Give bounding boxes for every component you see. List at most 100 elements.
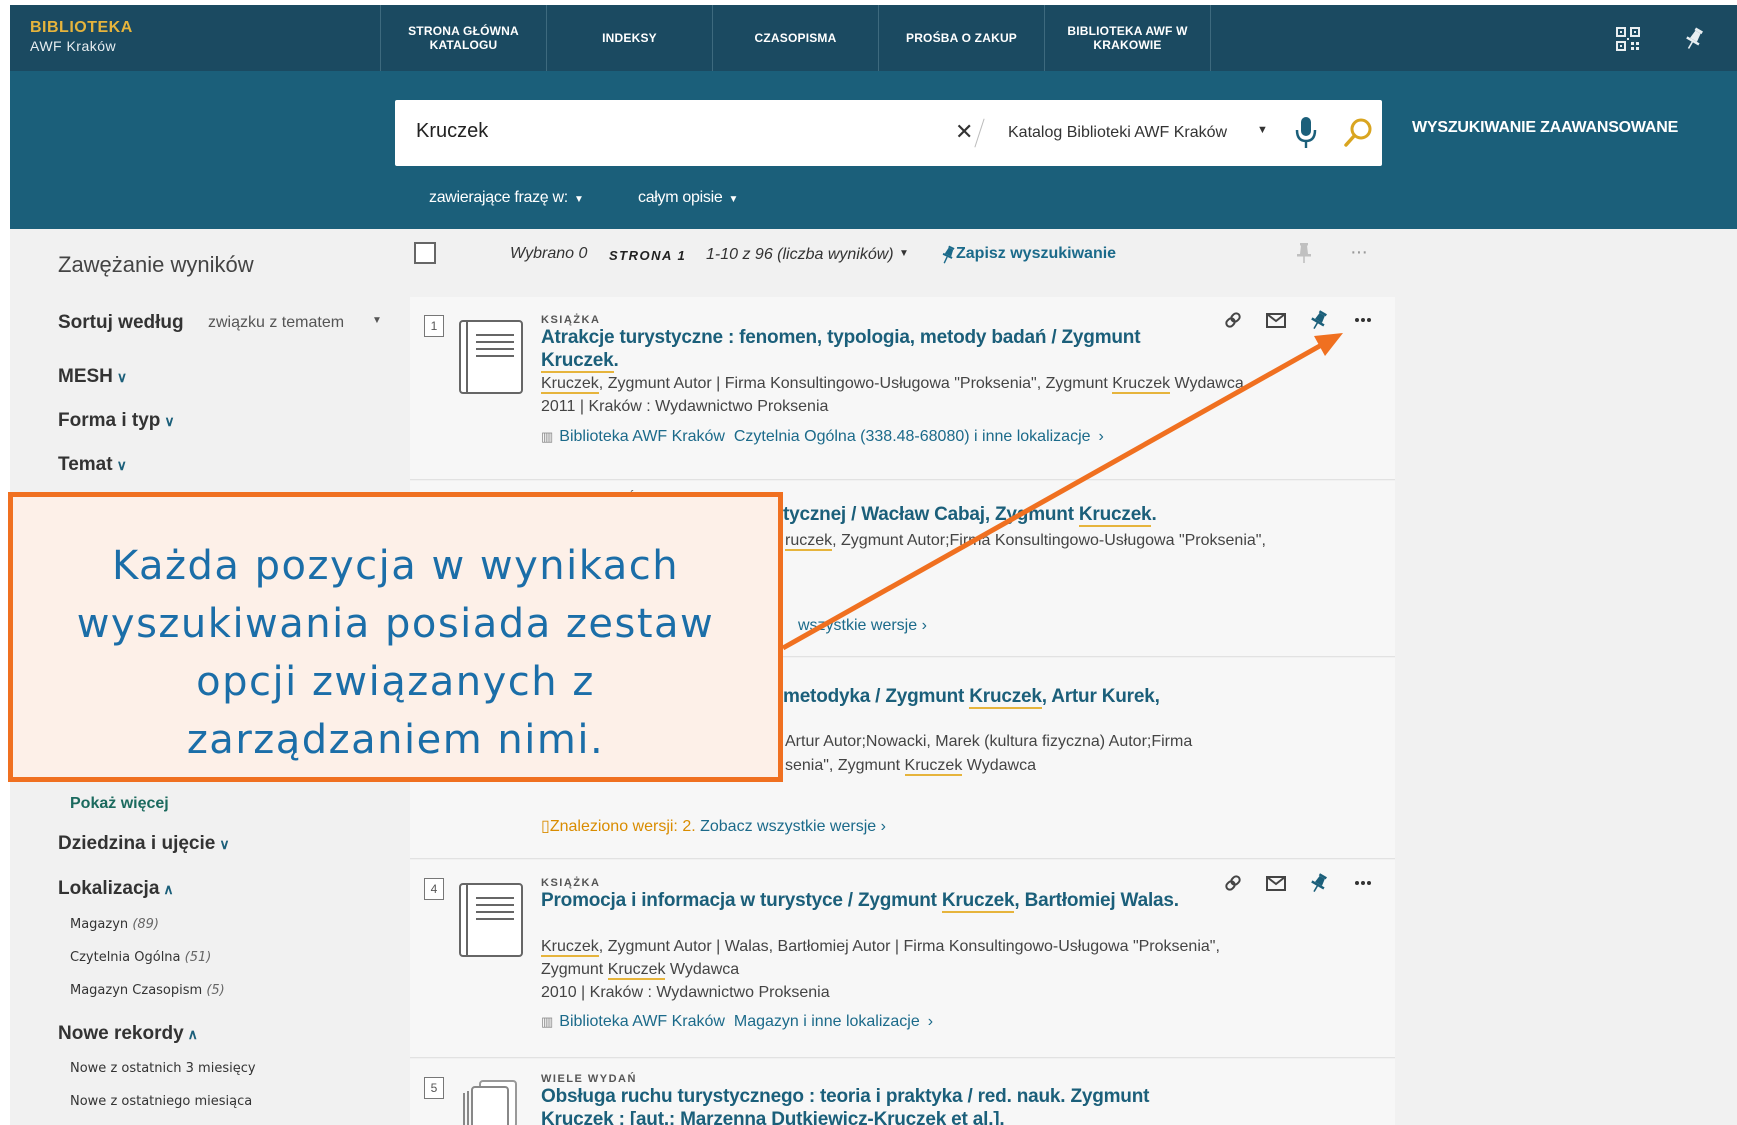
nav-catalog-home[interactable]: STRONA GŁÓWNA KATALOGU [381, 5, 546, 71]
more-options-icon[interactable]: ··· [1350, 241, 1368, 264]
callout-text: Każda pozycja w wynikach wyszukiwania po… [13, 537, 778, 769]
nav-library-info[interactable]: BIBLIOTEKA AWF W KRAKOWIE [1045, 5, 1210, 71]
facet-item-location[interactable]: Czytelnia Ogólna (51) [70, 950, 211, 965]
facet-item-new[interactable]: Nowe z ostatnich 3 miesięcy [70, 1061, 256, 1076]
result-title[interactable]: Promocja i informacja w turystyce / Zygm… [541, 889, 1181, 913]
nav-label: KRAKOWIE [1093, 38, 1162, 52]
microphone-icon[interactable] [1293, 116, 1319, 150]
versions-row[interactable]: ▯Znaleziono wersji: 2. Zobacz wszystkie … [541, 816, 886, 836]
library-logo[interactable]: BIBLIOTEKA AWF Kraków [30, 19, 133, 54]
facet-item-count: (5) [206, 983, 225, 998]
facet-location[interactable]: Lokalizacja ∧ [58, 878, 174, 900]
top-navigation-bar: BIBLIOTEKA AWF Kraków STRONA GŁÓWNA KATAL… [10, 5, 1737, 71]
pin-icon[interactable] [1295, 242, 1313, 264]
logo-title: BIBLIOTEKA [30, 19, 133, 36]
search-input[interactable]: Kruczek [416, 120, 488, 143]
callout-line: opcji związanych z [196, 659, 595, 705]
meta-text: , Zygmunt Autor | Walas, Bartłomiej Auto… [598, 938, 1220, 955]
all-versions-link[interactable]: wszystkie wersje › [798, 617, 927, 635]
result-number[interactable]: 1 [424, 315, 444, 337]
more-options-icon[interactable] [1352, 309, 1374, 331]
link-icon[interactable] [1222, 872, 1244, 894]
facet-label: Temat [58, 454, 113, 475]
more-options-icon[interactable] [1352, 872, 1374, 894]
title-text: , Bartłomiej Walas. [1014, 890, 1179, 911]
email-icon[interactable] [1265, 309, 1287, 331]
match-mode-dropdown[interactable]: zawierające frazę w: ▼ [429, 189, 584, 207]
link-icon[interactable] [1222, 309, 1244, 331]
nav-indexes[interactable]: INDEKSY [547, 5, 712, 71]
facet-topic[interactable]: Temat ∨ [58, 454, 127, 476]
location-detail: Czytelnia Ogólna (338.48-68080) i inne l… [733, 428, 1091, 445]
clear-icon[interactable]: ✕ [955, 120, 973, 144]
result-title[interactable]: Atrakcje turystyczne : fenomen, typologi… [541, 326, 1181, 373]
result-type: KSIĄŻKA [541, 314, 601, 326]
qr-code-icon[interactable] [1614, 25, 1642, 53]
results-range-dropdown[interactable]: 1-10 z 96 (liczba wyników) [706, 246, 894, 264]
versions-label: wszystkie wersje [798, 617, 918, 634]
chevron-right-icon: › [921, 617, 927, 634]
result-item[interactable]: 1 KSIĄŻKA Atrakcje turystyczne : fenomen… [410, 297, 1395, 480]
show-more-link[interactable]: Pokaż więcej [70, 795, 169, 813]
pin-icon[interactable] [1680, 25, 1708, 53]
email-icon[interactable] [1265, 872, 1287, 894]
sort-dropdown[interactable]: związku z tematem [208, 314, 344, 332]
caret-down-icon: ▼ [573, 194, 584, 205]
result-item[interactable]: 5 WIELE WYDAŃ Obsługa ruchu turystyczneg… [410, 1059, 1395, 1125]
result-number[interactable]: 4 [424, 878, 444, 900]
result-authors: Artur Autor;Nowacki, Marek (kultura fizy… [785, 733, 1193, 750]
chevron-right-icon: › [927, 1013, 934, 1030]
facet-mesh[interactable]: MESH ∨ [58, 366, 127, 388]
result-title[interactable]: metodyka / Zygmunt Kruczek, Artur Kurek, [783, 685, 1343, 709]
facet-new-records[interactable]: Nowe rekordy ∧ [58, 1023, 198, 1045]
title-text: , Artur Kurek, [1041, 686, 1160, 707]
nav-label: STRONA GŁÓWNA [408, 24, 519, 38]
result-item[interactable]: 4 KSIĄŻKA Promocja i informacja w turyst… [410, 860, 1395, 1058]
save-search-link[interactable]: Zapisz wyszukiwanie [956, 245, 1116, 263]
pin-icon[interactable] [1308, 309, 1330, 331]
pin-icon[interactable] [1308, 872, 1330, 894]
facet-item-location[interactable]: Magazyn Czasopism (5) [70, 983, 225, 998]
title-text: . [613, 350, 619, 371]
search-icon[interactable] [1343, 117, 1373, 149]
chevron-up-icon: ∧ [187, 1026, 198, 1042]
title-highlight: Kruczek [1078, 504, 1152, 527]
all-versions-link[interactable]: Zobacz wszystkie wersje [700, 818, 876, 835]
select-all-checkbox[interactable] [414, 242, 436, 264]
search-band: Kruczek ✕ Katalog Biblioteki AWF Kraków … [10, 71, 1737, 229]
facet-item-location[interactable]: Magazyn (89) [70, 917, 159, 932]
result-number[interactable]: 5 [424, 1077, 444, 1099]
nav-label: KATALOGU [429, 38, 498, 52]
nav-purchase-request[interactable]: PROŚBA O ZAKUP [879, 5, 1044, 71]
caret-down-icon[interactable]: ▼ [1257, 124, 1268, 136]
facet-field[interactable]: Dziedzina i ujęcie ∨ [58, 833, 230, 855]
nav-label: CZASOPISMA [754, 31, 837, 45]
result-authors: Kruczek, Zygmunt Autor | Walas, Bartłomi… [541, 935, 1301, 958]
result-title[interactable]: Obsługa ruchu turystycznego : teoria i p… [541, 1085, 1181, 1125]
meta-highlight: Kruczek [541, 375, 599, 394]
callout-line: wyszukiwania posiada zestaw [76, 601, 715, 647]
caret-down-icon[interactable]: ▼ [372, 315, 382, 326]
title-text: Promocja i informacja w turystyce / Zygm… [541, 890, 942, 911]
facet-item-new[interactable]: Nowe z ostatniego miesiąca [70, 1094, 252, 1109]
selected-count: Wybrano 0 [510, 245, 588, 262]
caret-down-icon[interactable]: ▼ [899, 248, 909, 259]
advanced-search-link[interactable]: WYSZUKIWANIE ZAAWANSOWANE [1412, 119, 1678, 137]
facet-item-label: Czytelnia Ogólna [70, 950, 181, 965]
refine-results-title: Zawężanie wyników [58, 252, 254, 277]
nav-label: PROŚBA O ZAKUP [905, 31, 1018, 45]
facet-form-type[interactable]: Forma i typ ∨ [58, 410, 175, 432]
tutorial-callout: Każda pozycja w wynikach wyszukiwania po… [8, 492, 783, 782]
chevron-down-icon: ∨ [116, 457, 127, 473]
search-field-dropdown[interactable]: całym opisie ▼ [638, 189, 738, 207]
search-scope-select[interactable]: Katalog Biblioteki AWF Kraków [1008, 124, 1227, 142]
search-box[interactable]: Kruczek ✕ Katalog Biblioteki AWF Kraków … [395, 100, 1382, 166]
facet-item-label: Magazyn Czasopism [70, 983, 203, 998]
chevron-right-icon: › [1098, 428, 1104, 445]
result-title[interactable]: tycznej / Wacław Cabaj, Zygmunt Kruczek. [783, 503, 1343, 527]
title-text: . [1151, 504, 1157, 525]
availability-link[interactable]: ▥ Biblioteka AWF Kraków Magazyn i inne lo… [541, 1013, 933, 1031]
nav-journals[interactable]: CZASOPISMA [713, 5, 878, 71]
availability-link[interactable]: ▥ Biblioteka AWF Kraków Czytelnia Ogólna … [541, 428, 1104, 446]
callout-line: zarządzaniem nimi. [186, 717, 605, 763]
